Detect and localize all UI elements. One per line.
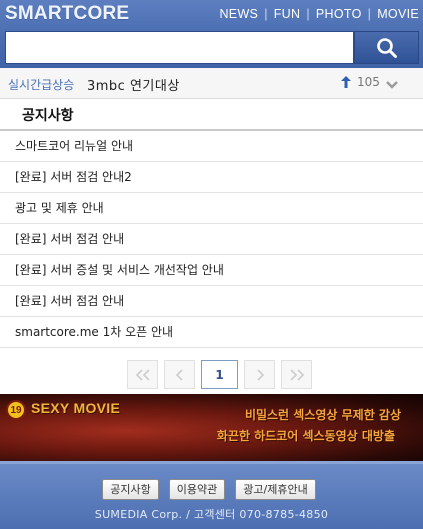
trending-keyword[interactable]: 3mbc 연기대상 — [87, 75, 180, 94]
footer-copyright: SUMEDIA Corp. / 고객센터 070-8785-4850 — [94, 508, 329, 521]
trending-rank: 105 — [341, 75, 380, 89]
nav-news[interactable]: NEWS — [219, 7, 258, 21]
first-page-button[interactable] — [127, 360, 158, 389]
notice-item[interactable]: 스마트코어 리뉴얼 안내 — [0, 131, 423, 162]
age-19-badge: 19 — [6, 400, 26, 420]
arrow-up-icon — [341, 76, 351, 88]
trending-count: 105 — [357, 75, 380, 89]
header: SMARTCORE NEWS | FUN | PHOTO | MOVIE — [0, 0, 423, 68]
page-number-button[interactable]: 1 — [201, 360, 238, 389]
nav-fun[interactable]: FUN — [274, 7, 301, 21]
search-input[interactable] — [5, 31, 354, 64]
top-nav: NEWS | FUN | PHOTO | MOVIE — [219, 7, 419, 21]
nav-separator: | — [306, 7, 310, 21]
pagination: 1 — [127, 360, 318, 389]
notice-item[interactable]: [완료] 서버 점검 안내2 — [0, 162, 423, 193]
nav-photo[interactable]: PHOTO — [316, 7, 362, 21]
nav-separator: | — [264, 7, 268, 21]
trending-bar: 실시간급상승 3mbc 연기대상 105 — [0, 68, 423, 99]
search-button[interactable] — [354, 31, 419, 64]
footer-links: 공지사항 이용약관 광고/제휴안내 — [0, 479, 423, 500]
notice-item[interactable]: smartcore.me 1차 오픈 안내 — [0, 317, 423, 348]
chevron-right-icon — [256, 368, 264, 381]
ad-banner[interactable]: 19 SEXY MOVIE 비밀스런 섹스영상 무제한 감상 화끈한 하드코어 … — [0, 394, 423, 461]
notice-item[interactable]: [완료] 서버 증설 및 서비스 개선작업 안내 — [0, 255, 423, 286]
footer-ad-partnership-button[interactable]: 광고/제휴안내 — [235, 479, 316, 500]
notice-title: 공지사항 — [22, 108, 74, 124]
footer-notice-button[interactable]: 공지사항 — [102, 479, 159, 500]
last-page-button[interactable] — [281, 360, 312, 389]
trending-label: 실시간급상승 — [8, 78, 75, 92]
nav-movie[interactable]: MOVIE — [377, 7, 419, 21]
notice-header: 공지사항 — [0, 99, 423, 131]
footer: 공지사항 이용약관 광고/제휴안내 SUMEDIA Corp. / 고객센터 0… — [0, 461, 423, 529]
search-icon — [376, 37, 397, 58]
next-page-button[interactable] — [244, 360, 275, 389]
banner-line-2: 화끈한 하드코어 섹스동영상 대방출 — [216, 429, 395, 443]
site-logo[interactable]: SMARTCORE — [5, 3, 129, 25]
banner-line-1: 비밀스런 섹스영상 무제한 감상 — [244, 408, 401, 422]
banner-brand: SEXY MOVIE — [31, 400, 121, 416]
notice-item[interactable]: 광고 및 제휴 안내 — [0, 193, 423, 224]
prev-page-button[interactable] — [164, 360, 195, 389]
double-chevron-left-icon — [135, 368, 150, 381]
chevron-down-icon — [386, 81, 398, 89]
double-chevron-right-icon — [289, 368, 304, 381]
nav-separator: | — [367, 7, 372, 21]
notice-item[interactable]: [완료] 서버 점검 안내 — [0, 224, 423, 255]
notice-list: 스마트코어 리뉴얼 안내 [완료] 서버 점검 안내2 광고 및 제휴 안내 [… — [0, 131, 423, 348]
notice-item[interactable]: [완료] 서버 점검 안내 — [0, 286, 423, 317]
chevron-left-icon — [175, 368, 183, 381]
trending-expand-toggle[interactable] — [385, 76, 399, 95]
footer-terms-button[interactable]: 이용약관 — [168, 479, 226, 500]
